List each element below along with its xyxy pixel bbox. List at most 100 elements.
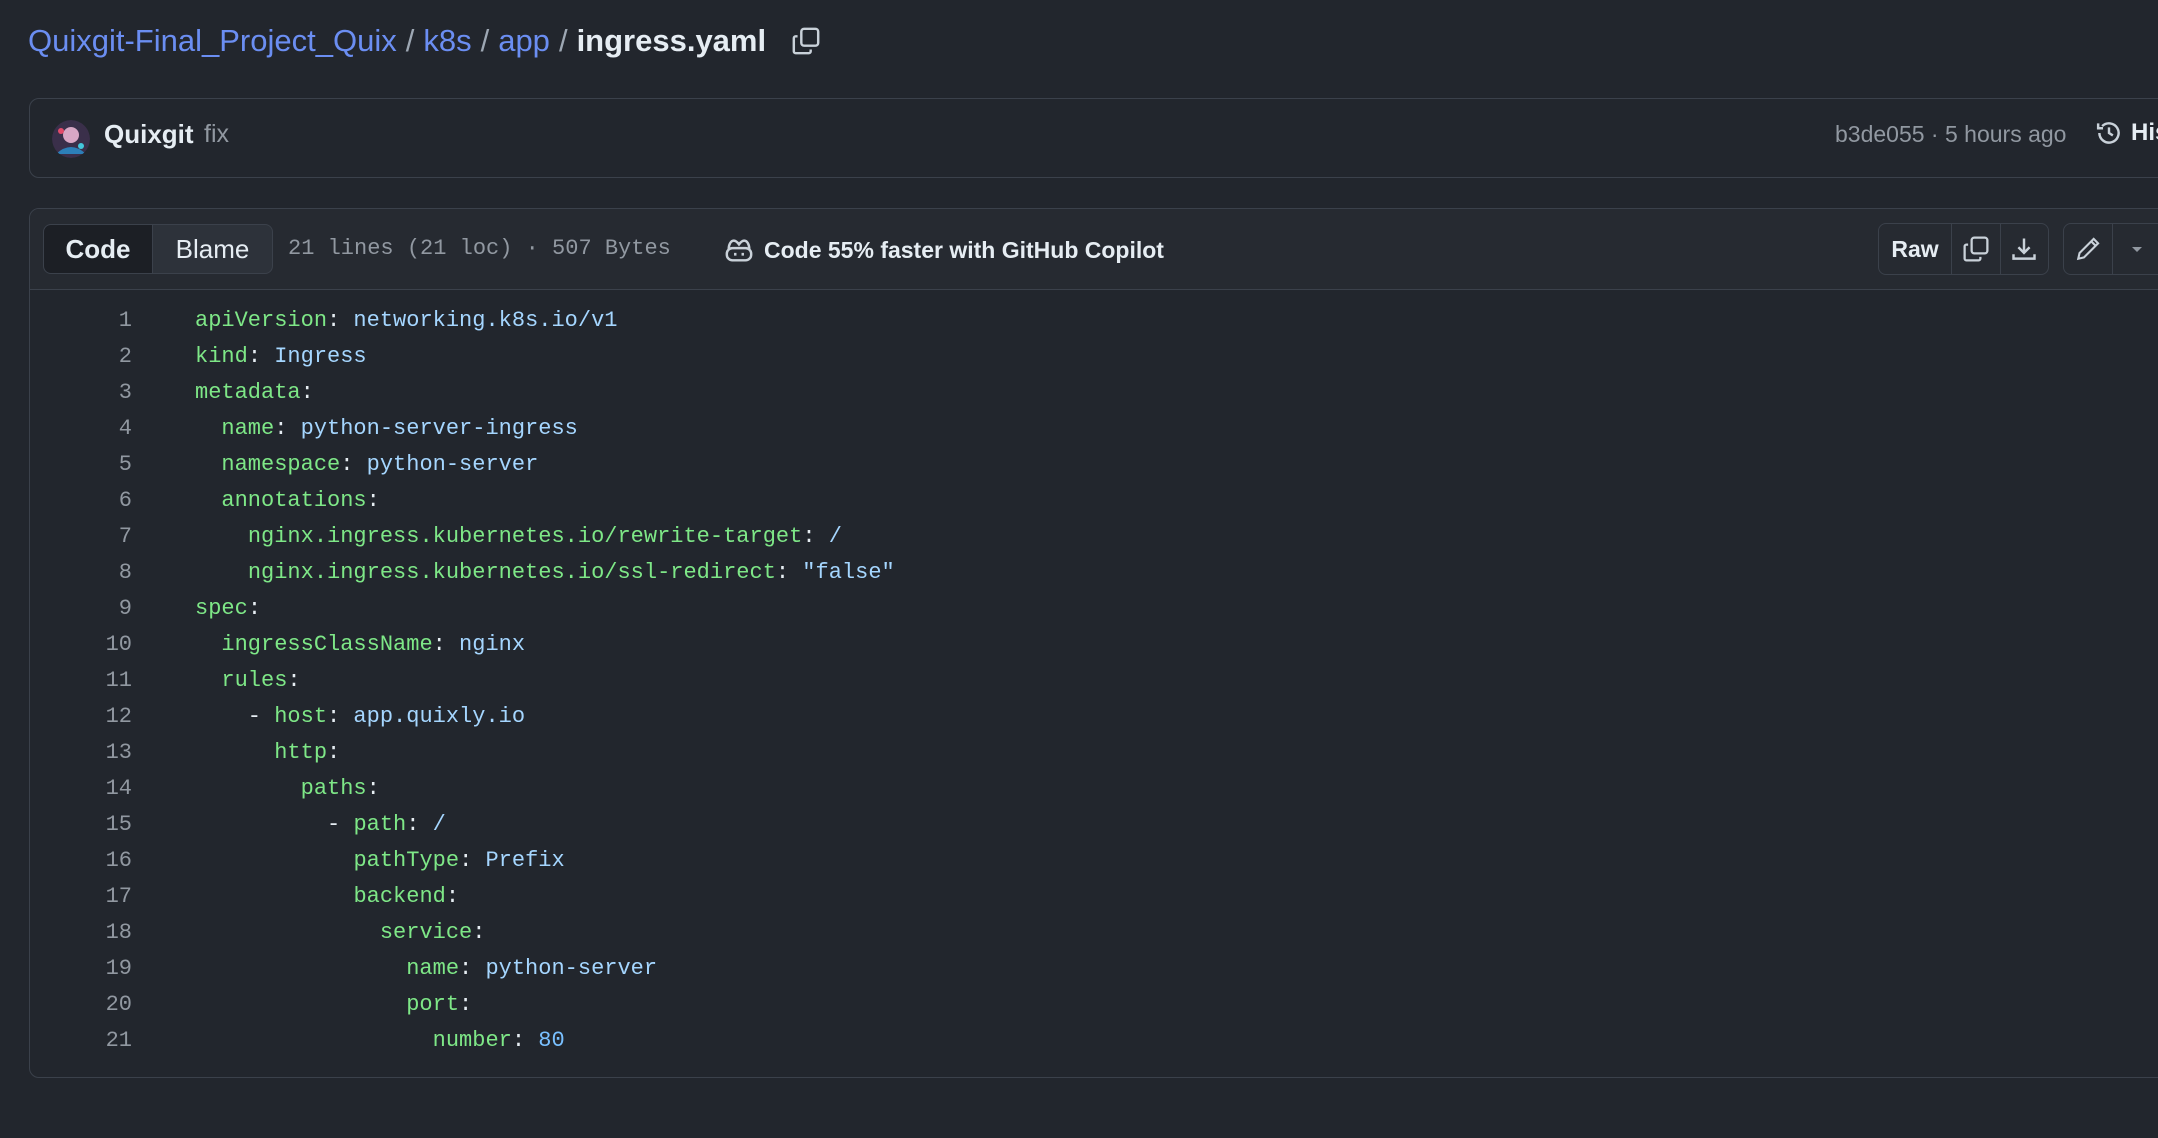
code-line: 19 name: python-server — [30, 951, 2158, 987]
line-number[interactable]: 6 — [30, 483, 132, 519]
yaml-key: annotations — [221, 488, 367, 513]
yaml-value: 80 — [525, 1028, 565, 1053]
code-line: 10 ingressClassName: nginx — [30, 627, 2158, 663]
line-number[interactable]: 10 — [30, 627, 132, 663]
file-info: 21 lines (21 loc) · 507 Bytes — [288, 236, 671, 261]
chevron-down-icon — [2132, 247, 2142, 252]
line-content: pathType: Prefix — [353, 848, 565, 873]
code-line: 2 kind: Ingress — [30, 339, 2158, 375]
line-number[interactable]: 17 — [30, 879, 132, 915]
breadcrumb-separator: / — [558, 23, 568, 58]
avatar[interactable] — [52, 120, 90, 158]
yaml-key: nginx.ingress.kubernetes.io/rewrite-targ… — [247, 524, 803, 549]
breadcrumb: Quixgit-Final_Project_Quix / k8s / app /… — [28, 18, 826, 64]
blame-tab[interactable]: Blame — [153, 225, 272, 273]
code-line: 6 annotations: — [30, 483, 2158, 519]
history-button[interactable]: History — [2095, 119, 2158, 147]
edit-actions — [2063, 223, 2158, 275]
code-tab[interactable]: Code — [44, 225, 153, 273]
download-raw-button[interactable] — [2001, 224, 2049, 274]
line-number[interactable]: 5 — [30, 447, 132, 483]
line-content: spec: — [195, 596, 262, 621]
line-number[interactable]: 21 — [30, 1023, 132, 1059]
yaml-value: / — [815, 524, 842, 549]
line-number[interactable]: 20 — [30, 987, 132, 1023]
line-number[interactable]: 19 — [30, 951, 132, 987]
breadcrumb-separator: / — [405, 23, 415, 58]
code-line: 14 paths: — [30, 771, 2158, 807]
yaml-key: service — [379, 920, 473, 945]
code-view: 1 apiVersion: networking.k8s.io/v1 2 kind: … — [30, 303, 2158, 1059]
line-number[interactable]: 13 — [30, 735, 132, 771]
line-number[interactable]: 15 — [30, 807, 132, 843]
copilot-icon — [725, 239, 753, 262]
breadcrumb-k8s-link[interactable]: k8s — [423, 23, 471, 59]
yaml-key: name — [406, 956, 460, 981]
history-label: History — [2131, 119, 2158, 146]
line-content: - host: app.quixly.io — [195, 704, 526, 729]
commit-author-link[interactable]: Quixgit — [104, 119, 194, 150]
code-line: 4 name: python-server-ingress — [30, 411, 2158, 447]
line-number[interactable]: 12 — [30, 699, 132, 735]
yaml-key: port — [406, 992, 460, 1017]
edit-file-button[interactable] — [2064, 224, 2113, 274]
line-number[interactable]: 11 — [30, 663, 132, 699]
code-line: 12 - host: app.quixly.io — [30, 699, 2158, 735]
yaml-key: kind — [195, 344, 248, 369]
line-number[interactable]: 14 — [30, 771, 132, 807]
yaml-key: ingressClassName — [221, 632, 433, 657]
line-number[interactable]: 16 — [30, 843, 132, 879]
yaml-value: python-server — [353, 452, 539, 477]
code-line: 16 pathType: Prefix — [30, 843, 2158, 879]
yaml-value: python-server-ingress — [287, 416, 578, 441]
latest-commit-box: Quixgit fix b3de055 · 5 hours ago Histor… — [29, 98, 2158, 178]
copilot-promo-link[interactable]: Code 55% faster with GitHub Copilot — [724, 235, 1164, 265]
yaml-key: number — [432, 1028, 512, 1053]
line-content: name: python-server-ingress — [221, 416, 578, 441]
raw-actions: Raw — [1878, 223, 2049, 275]
line-number[interactable]: 4 — [30, 411, 132, 447]
line-content: paths: — [300, 776, 380, 801]
line-number[interactable]: 3 — [30, 375, 132, 411]
yaml-value: "false" — [789, 560, 895, 585]
yaml-key: namespace — [221, 452, 341, 477]
breadcrumb-repo-link[interactable]: Quixgit-Final_Project_Quix — [28, 23, 397, 59]
more-edit-options-button[interactable] — [2113, 224, 2158, 274]
line-content: metadata: — [195, 380, 314, 405]
line-content: nginx.ingress.kubernetes.io/rewrite-targ… — [247, 524, 842, 549]
file-header: Code Blame 21 lines (21 loc) · 507 Bytes… — [30, 209, 2158, 290]
line-number[interactable]: 2 — [30, 339, 132, 375]
yaml-value: app.quixly.io — [340, 704, 526, 729]
line-content: namespace: python-server — [221, 452, 539, 477]
commit-message-link[interactable]: fix — [204, 120, 229, 149]
code-line: 8 nginx.ingress.kubernetes.io/ssl-redire… — [30, 555, 2158, 591]
commit-sha-and-time[interactable]: b3de055 · 5 hours ago — [1835, 121, 2066, 148]
breadcrumb-app-link[interactable]: app — [498, 23, 550, 59]
line-content: rules: — [221, 668, 301, 693]
line-number[interactable]: 9 — [30, 591, 132, 627]
line-content: number: 80 — [432, 1028, 565, 1053]
code-line: 9 spec: — [30, 591, 2158, 627]
raw-button[interactable]: Raw — [1879, 224, 1952, 274]
code-line: 1 apiVersion: networking.k8s.io/v1 — [30, 303, 2158, 339]
yaml-key: paths — [300, 776, 367, 801]
yaml-key: http — [274, 740, 328, 765]
yaml-key: spec — [195, 596, 248, 621]
download-icon — [2012, 238, 2036, 260]
line-content: - path: / — [195, 812, 446, 837]
copy-raw-button[interactable] — [1952, 224, 2001, 274]
line-number[interactable]: 7 — [30, 519, 132, 555]
code-line: 17 backend: — [30, 879, 2158, 915]
yaml-key: rules — [221, 668, 288, 693]
file-viewer: Code Blame 21 lines (21 loc) · 507 Bytes… — [29, 208, 2158, 1078]
yaml-value: / — [419, 812, 446, 837]
copy-path-button[interactable] — [786, 21, 826, 61]
line-content: annotations: — [221, 488, 380, 513]
line-number[interactable]: 18 — [30, 915, 132, 951]
pencil-icon — [2076, 237, 2100, 261]
line-number[interactable]: 8 — [30, 555, 132, 591]
line-number[interactable]: 1 — [30, 303, 132, 339]
code-line: 5 namespace: python-server — [30, 447, 2158, 483]
yaml-value: networking.k8s.io/v1 — [340, 308, 618, 333]
breadcrumb-current-file: ingress.yaml — [576, 23, 767, 58]
